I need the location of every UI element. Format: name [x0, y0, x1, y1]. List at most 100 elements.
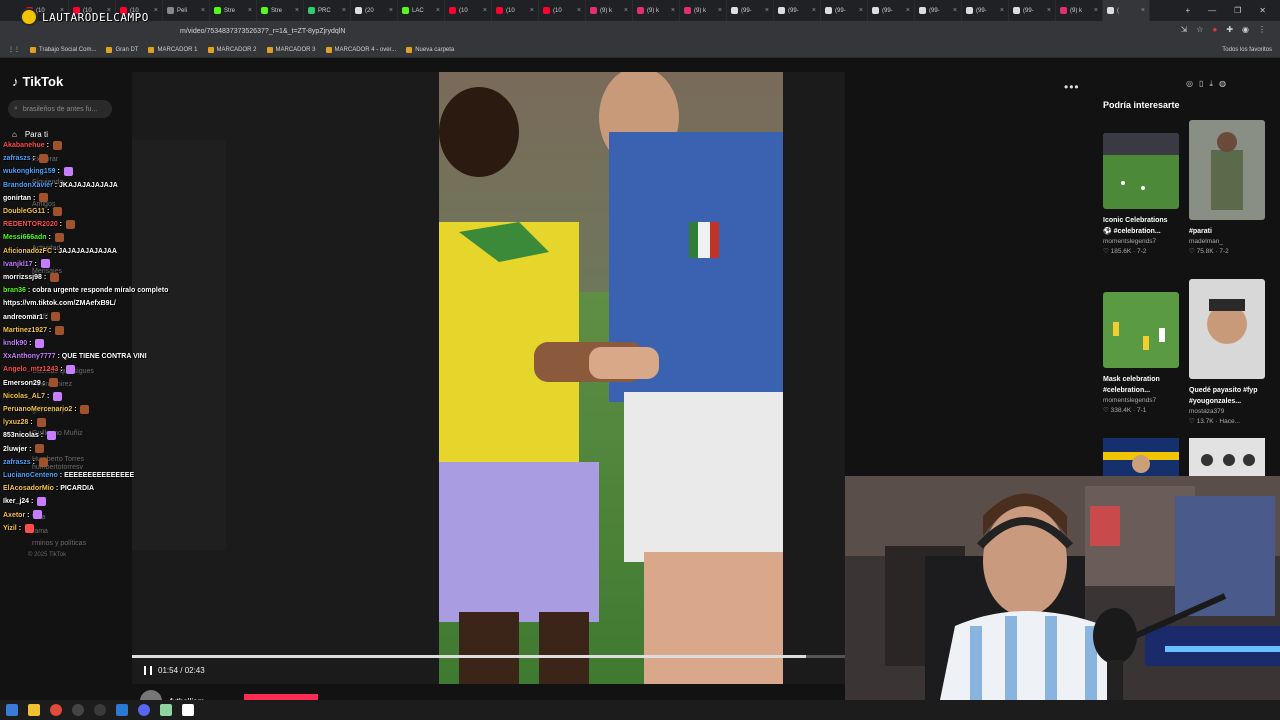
bookmark-item[interactable]: Gran DT — [106, 46, 138, 53]
chrome-icon[interactable] — [50, 704, 62, 716]
browser-tab[interactable]: (99- × — [821, 0, 868, 21]
tab-close-icon[interactable]: × — [624, 7, 628, 14]
install-icon[interactable]: ⇲ — [1181, 25, 1188, 34]
chat-username[interactable]: LucianoCenteno — [3, 472, 58, 479]
chat-username[interactable]: Akabanehue — [3, 142, 45, 149]
chat-username[interactable]: XxAnthony7777 — [3, 353, 56, 360]
chat-username[interactable]: https://vm.tiktok.com/ZMAefxB9L/ — [3, 300, 116, 307]
store-icon[interactable] — [116, 704, 128, 716]
nav-item-for-you[interactable]: ⌂ Para ti — [12, 130, 48, 139]
browser-tab[interactable]: PRC × — [304, 0, 351, 21]
file-explorer-icon[interactable] — [28, 704, 40, 716]
browser-tab[interactable]: Stre × — [257, 0, 304, 21]
minimize-button[interactable]: — — [1208, 6, 1216, 15]
url-text[interactable]: m/video/753483737352637?_r=1&_t=ZT-8ypZj… — [180, 28, 345, 35]
tab-close-icon[interactable]: × — [577, 7, 581, 14]
maximize-button[interactable]: ❐ — [1234, 6, 1241, 15]
pause-icon[interactable] — [144, 666, 152, 675]
tab-close-icon[interactable]: × — [671, 7, 675, 14]
apps-icon[interactable]: ⋮⋮ — [8, 46, 20, 53]
tab-close-icon[interactable]: × — [342, 7, 346, 14]
browser-tab[interactable]: Peli × — [163, 0, 210, 21]
tab-close-icon[interactable]: × — [1047, 7, 1051, 14]
chat-username[interactable]: morrizssj98 — [3, 274, 42, 281]
phone-icon[interactable]: ▯ — [1199, 79, 1203, 89]
tab-close-icon[interactable]: × — [248, 7, 252, 14]
download-icon[interactable]: ⤓ — [1209, 79, 1213, 89]
tiktok-logo[interactable]: ♪ TikTok — [12, 74, 63, 89]
all-bookmarks[interactable]: Todos los favoritos — [1222, 42, 1272, 58]
chat-username[interactable]: 853nicolas — [3, 432, 39, 439]
app-icon[interactable] — [160, 704, 172, 716]
discord-icon[interactable] — [138, 704, 150, 716]
tab-close-icon[interactable]: × — [906, 7, 910, 14]
bookmark-item[interactable]: Trabajo Social Com... — [30, 46, 96, 53]
tab-close-icon[interactable]: × — [201, 7, 205, 14]
chat-username[interactable]: Messi666adn — [3, 234, 47, 241]
search-input[interactable]: ⌕ brasileños de antes fu... — [8, 100, 112, 118]
chat-username[interactable]: AficionadozFC — [3, 248, 52, 255]
tab-close-icon[interactable]: × — [389, 7, 393, 14]
bookmark-star-icon[interactable]: ☆ — [1196, 25, 1203, 34]
recommendation-card[interactable]: Mask celebration #celebration... moments… — [1103, 292, 1179, 414]
profile-icon[interactable]: ◉ — [1242, 25, 1249, 34]
browser-tab[interactable]: (99- × — [868, 0, 915, 21]
browser-tab[interactable]: (10 × — [492, 0, 539, 21]
more-options-icon[interactable]: ••• — [1064, 80, 1080, 94]
chat-username[interactable]: ElAcosadorMio — [3, 485, 54, 492]
chat-username[interactable]: 2luwjer — [3, 446, 27, 453]
browser-icon[interactable] — [94, 704, 106, 716]
tiktok-app-icon[interactable] — [182, 704, 194, 716]
sidebar-item-faded[interactable]: rminos y políticas — [32, 540, 86, 547]
browser-tab[interactable]: (99- × — [727, 0, 774, 21]
browser-tab[interactable]: (99- × — [774, 0, 821, 21]
browser-tab[interactable]: (99- × — [1009, 0, 1056, 21]
menu-icon[interactable]: ⋮ — [1258, 25, 1266, 34]
video-frame[interactable] — [439, 72, 783, 684]
browser-tab[interactable]: (9) k × — [633, 0, 680, 21]
chat-username[interactable]: Yizil — [3, 525, 17, 532]
browser-tab[interactable]: (9) k × — [586, 0, 633, 21]
tab-close-icon[interactable]: × — [859, 7, 863, 14]
tab-close-icon[interactable]: × — [718, 7, 722, 14]
chat-username[interactable]: wukongking159 — [3, 168, 56, 175]
chat-username[interactable]: Nicolas_AL7 — [3, 393, 45, 400]
chat-username[interactable]: bran36 — [3, 287, 26, 294]
recommendation-card[interactable]: Quedé payasito #fyp #yougonzales... most… — [1189, 279, 1265, 425]
recommendation-card[interactable]: #parati madelman_ ♡ 75.8K · 7-2 — [1189, 120, 1265, 255]
browser-tab[interactable]: (10 × — [539, 0, 586, 21]
browser-tab[interactable]: (9) k × — [1056, 0, 1103, 21]
chat-username[interactable]: Angelo_mtz1243 — [3, 366, 58, 373]
bookmark-item[interactable]: MARCADOR 1 — [148, 46, 198, 53]
chat-username[interactable]: Ivanjkl17 — [3, 261, 33, 268]
browser-tab[interactable]: Stre × — [210, 0, 257, 21]
tab-close-icon[interactable]: × — [436, 7, 440, 14]
tab-close-icon[interactable]: × — [765, 7, 769, 14]
windows-start-icon[interactable] — [6, 704, 18, 716]
bookmark-item[interactable]: MARCADOR 2 — [207, 46, 257, 53]
tab-close-icon[interactable]: × — [953, 7, 957, 14]
browser-tab[interactable]: (99- × — [962, 0, 1009, 21]
chat-username[interactable]: zafraszs — [3, 155, 31, 162]
chat-username[interactable]: lyxuz28 — [3, 419, 28, 426]
tab-close-icon[interactable]: × — [483, 7, 487, 14]
bookmark-item[interactable]: Nueva carpeta — [406, 46, 454, 53]
recommendation-card[interactable]: Iconic Celebrations ⚽ #celebration... mo… — [1103, 133, 1179, 255]
chat-username[interactable]: PeruanoMercenario2 — [3, 406, 72, 413]
chat-username[interactable]: Martinez1927 — [3, 327, 47, 334]
browser-tab[interactable]: (10 × — [445, 0, 492, 21]
chat-username[interactable]: BrandonXavier — [3, 182, 53, 189]
chat-username[interactable]: kndk90 — [3, 340, 27, 347]
user-avatar-icon[interactable]: ◍ — [1219, 79, 1226, 89]
browser-tab[interactable]: (9) k × — [680, 0, 727, 21]
bookmark-item[interactable]: MARCADOR 3 — [266, 46, 316, 53]
chat-username[interactable]: gonirtan — [3, 195, 31, 202]
chat-username[interactable]: DoubleGG11 — [3, 208, 45, 215]
chat-username[interactable]: zafraszs — [3, 459, 31, 466]
tab-close-icon[interactable]: × — [1000, 7, 1004, 14]
extension-icon[interactable]: ● — [1212, 25, 1217, 34]
chat-username[interactable]: Iker_j24 — [3, 498, 29, 505]
browser-tab[interactable]: (× — [1103, 0, 1150, 21]
browser-tab[interactable]: (99- × — [915, 0, 962, 21]
tab-close-icon[interactable]: × — [154, 7, 158, 14]
